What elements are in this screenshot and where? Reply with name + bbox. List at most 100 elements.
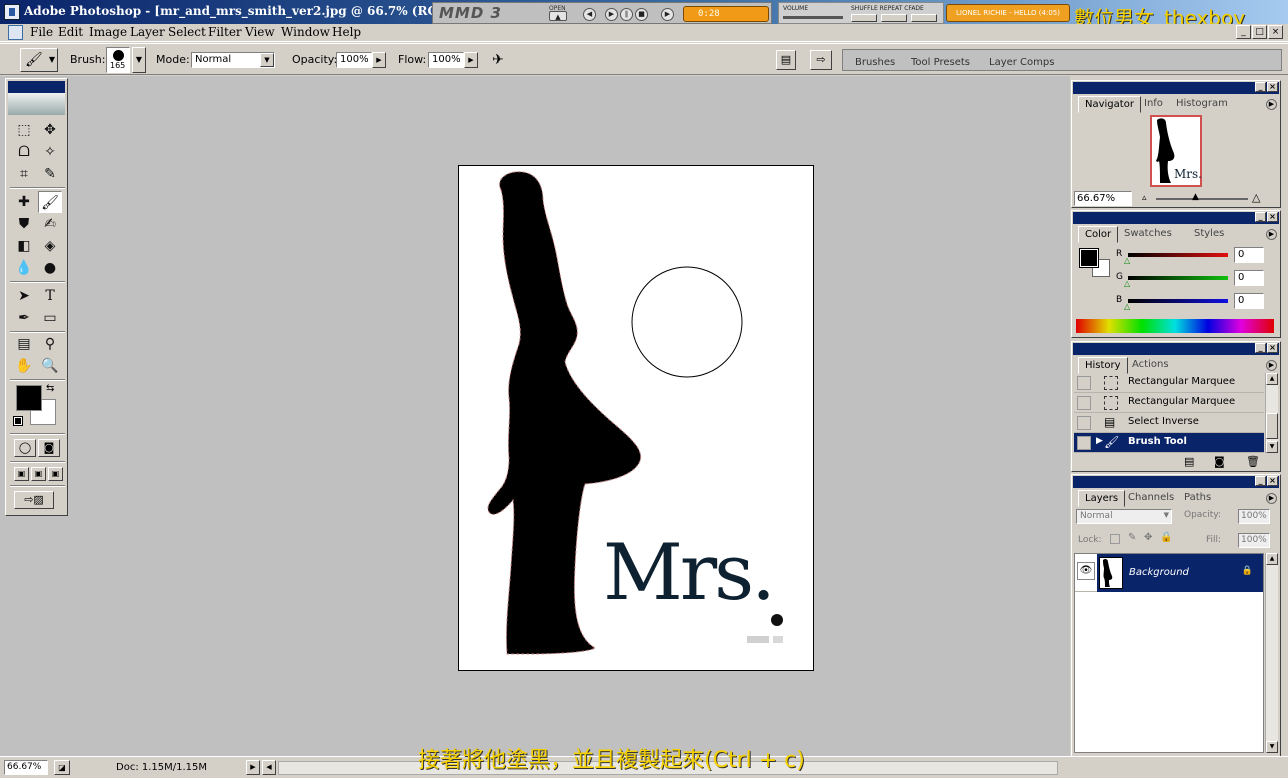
history-item[interactable]: ▤ Select Inverse [1074,413,1264,433]
scroll-up-button[interactable]: ▲ [1266,553,1278,565]
zoom-slider[interactable] [1156,198,1248,200]
blur-tool-icon[interactable]: 💧 [12,257,36,279]
tab-channels[interactable]: Channels [1122,490,1180,507]
scroll-down-button[interactable]: ▼ [1266,741,1278,753]
jump-to-imageready-icon[interactable]: ⇨ [810,50,832,70]
menu-filter[interactable]: Filter [208,25,242,39]
layer-selection[interactable]: Background 🔒 [1097,554,1263,592]
default-colors-icon[interactable] [13,416,23,426]
zoom-tool-icon[interactable]: 🔍 [38,355,62,377]
doc-maximize-button[interactable]: □ [1252,25,1267,39]
stop-button[interactable]: ■ [635,8,648,21]
status-info-icon[interactable]: ◪ [54,760,70,775]
pen-tool-icon[interactable]: ✒ [12,307,36,329]
crop-tool-icon[interactable]: ⌗ [12,163,36,185]
g-input[interactable]: 0 [1234,270,1264,286]
fill-input[interactable]: 100% [1238,533,1270,548]
magic-wand-tool-icon[interactable]: ✧ [38,141,62,163]
panel-close-button[interactable]: × [1267,212,1278,222]
r-input[interactable]: 0 [1234,247,1264,263]
flow-input[interactable]: 100% [428,52,464,68]
file-browser-icon[interactable]: ▤ [776,50,796,70]
panel-menu-icon[interactable]: ▶ [1266,229,1277,240]
rectangle-tool-icon[interactable]: ▭ [38,307,62,329]
notes-tool-icon[interactable]: ▤ [12,333,36,355]
lock-position-icon[interactable]: ✥ [1144,532,1152,543]
quick-mask-mode-icon[interactable]: ◙ [38,439,60,457]
hand-tool-icon[interactable]: ✋ [12,355,36,377]
panel-minimize-button[interactable]: _ [1255,343,1266,353]
zoom-in-icon[interactable]: △ [1252,191,1260,204]
brush-tool-icon[interactable]: 🖌 [38,191,62,213]
jump-to-imageready-icon[interactable]: ⇨▨ [14,491,54,509]
tab-swatches[interactable]: Swatches [1118,226,1178,243]
scroll-up-button[interactable]: ▲ [1266,373,1278,385]
panel-title-bar[interactable] [1073,212,1279,224]
r-slider[interactable] [1128,253,1228,257]
tab-paths[interactable]: Paths [1178,490,1217,507]
path-selection-tool-icon[interactable]: ➤ [12,285,36,307]
history-snapshot-checkbox[interactable] [1077,376,1091,390]
status-menu-button[interactable]: ▶ [246,760,260,775]
prev-button[interactable]: ◀ [583,8,596,21]
history-item[interactable]: Rectangular Marquee [1074,393,1264,413]
repeat-button[interactable] [881,14,907,22]
shuffle-button[interactable] [851,14,877,22]
zoom-slider-thumb[interactable]: ▲ [1192,192,1199,202]
brush-preview[interactable]: 165 [106,47,130,73]
mode-select[interactable]: Normal ▼ [191,52,275,68]
eyedropper-tool-icon[interactable]: ⚲ [38,333,62,355]
pause-button[interactable]: ∥ [620,8,633,21]
healing-brush-tool-icon[interactable]: ✚ [12,191,36,213]
panel-title-bar[interactable] [1073,82,1279,94]
history-snapshot-checkbox[interactable] [1077,436,1091,450]
scroll-left-button[interactable]: ◀ [262,760,276,775]
tab-histogram[interactable]: Histogram [1170,96,1234,113]
play-button[interactable]: ▶ [605,8,618,21]
menu-file[interactable]: File [30,25,53,39]
panel-menu-icon[interactable]: ▶ [1266,99,1277,110]
new-snapshot-icon[interactable]: ◙ [1214,455,1225,468]
feather-logo-icon[interactable] [8,93,65,115]
type-tool-icon[interactable]: T [38,285,62,307]
tab-actions[interactable]: Actions [1126,357,1175,374]
b-slider-thumb[interactable]: △ [1124,302,1130,311]
layer-opacity-input[interactable]: 100% [1238,509,1270,524]
navigator-thumbnail[interactable]: Mrs. [1150,115,1202,187]
photoshop-app-icon[interactable] [4,4,20,20]
tab-color[interactable]: Color [1078,226,1119,243]
menu-window[interactable]: Window [281,25,330,39]
volume-slider[interactable] [783,16,843,19]
eye-icon[interactable]: 👁 [1077,562,1095,580]
tab-navigator[interactable]: Navigator [1078,96,1141,113]
tool-preset-picker[interactable]: 🖌 ▼ [20,48,58,72]
scroll-thumb[interactable] [1266,413,1278,439]
airbrush-icon[interactable]: ✈ [486,49,510,71]
panel-close-button[interactable]: × [1267,476,1278,486]
doc-close-button[interactable]: × [1268,25,1283,39]
history-item[interactable]: Rectangular Marquee [1074,373,1264,393]
tab-history[interactable]: History [1078,357,1128,374]
opacity-input[interactable]: 100% [336,52,372,68]
well-tab-tool-presets[interactable]: Tool Presets [911,57,970,68]
blend-mode-select[interactable]: Normal ▼ [1076,509,1172,524]
panel-minimize-button[interactable]: _ [1255,82,1266,92]
g-slider[interactable] [1128,276,1228,280]
menu-select[interactable]: Select [168,25,206,39]
slice-tool-icon[interactable]: ✎ [38,163,62,185]
eraser-tool-icon[interactable]: ◧ [12,235,36,257]
tab-layers[interactable]: Layers [1078,490,1126,507]
panel-close-button[interactable]: × [1267,82,1278,92]
spectrum-bar[interactable] [1076,319,1274,333]
clone-stamp-tool-icon[interactable]: ⛊ [12,213,36,235]
history-snapshot-checkbox[interactable] [1077,416,1091,430]
layer-row[interactable]: 👁 Background 🔒 [1075,554,1263,592]
lock-transparency-icon[interactable] [1110,534,1120,544]
tab-styles[interactable]: Styles [1188,226,1230,243]
scroll-down-button[interactable]: ▼ [1266,441,1278,453]
tab-info[interactable]: Info [1138,96,1169,113]
marquee-tool-icon[interactable]: ⬚ [12,119,36,141]
navigator-zoom-input[interactable]: 66.67% [1074,191,1132,206]
move-tool-icon[interactable]: ✥ [38,119,62,141]
eject-button[interactable]: ▲ [549,11,567,21]
